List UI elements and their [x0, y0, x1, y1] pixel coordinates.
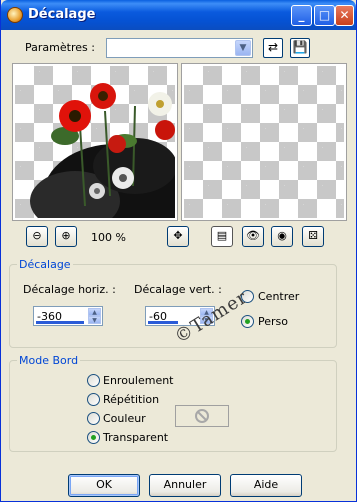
reset-arrow-icon: ⇄ [267, 40, 279, 54]
source-preview[interactable] [12, 63, 178, 221]
offset-group-title: Décalage [17, 258, 73, 271]
close-button[interactable]: ✕ [335, 5, 354, 26]
horiz-down-arrow-icon[interactable]: ▼ [88, 316, 101, 324]
no-entry-icon [195, 409, 209, 423]
presets-dropdown[interactable]: ▼ [106, 38, 253, 58]
edge-mode-group-title: Mode Bord [17, 354, 81, 367]
dice-icon: ⚄ [308, 229, 318, 242]
color-label: Couleur [103, 412, 146, 425]
eye-icon: ◉ [277, 229, 287, 242]
wrap-label: Enroulement [103, 374, 174, 387]
zoom-in-button[interactable]: ⊕ [55, 226, 77, 247]
transparent-label: Transparent [103, 431, 169, 444]
title-bar[interactable]: Décalage _ □ ✕ [1, 0, 356, 30]
flower-image [30, 83, 175, 218]
result-preview[interactable] [181, 63, 347, 221]
proof-toggle-button[interactable]: ▤ [211, 226, 233, 247]
center-label: Centrer [258, 290, 300, 303]
custom-label: Perso [258, 315, 288, 328]
presets-label: Paramètres : [25, 41, 95, 54]
offset-dialog: Décalage _ □ ✕ Paramètres : ▼ ⇄ 💾 ⊖ ⊕ 10… [0, 0, 357, 502]
auto-proof-button[interactable]: 👁 [242, 226, 264, 247]
zoom-in-icon: ⊕ [61, 229, 71, 242]
save-preset-button[interactable]: 💾 [290, 38, 310, 58]
help-button[interactable]: Aide [230, 474, 302, 497]
zoom-out-button[interactable]: ⊖ [26, 226, 48, 247]
document-icon: ▤ [216, 229, 228, 242]
eye-lock-icon: 👁 [246, 229, 260, 242]
radio-custom[interactable] [241, 315, 254, 328]
zoom-level: 100 % [91, 231, 126, 244]
cancel-button[interactable]: Annuler [149, 474, 221, 497]
repeat-label: Répétition [103, 393, 160, 406]
window-title: Décalage [28, 7, 96, 22]
reset-button[interactable]: ⇄ [263, 38, 283, 58]
horiz-up-arrow-icon[interactable]: ▲ [88, 308, 101, 316]
horiz-offset-slider[interactable] [36, 321, 84, 324]
floppy-disk-icon: 💾 [292, 40, 308, 54]
horiz-offset-label: Décalage horiz. : [23, 283, 116, 296]
vert-offset-label: Décalage vert. : [134, 283, 222, 296]
preview-button[interactable]: ◉ [271, 226, 293, 247]
radio-transparent[interactable] [87, 431, 100, 444]
ok-button[interactable]: OK [68, 474, 140, 497]
zoom-out-icon: ⊖ [32, 229, 42, 242]
maximize-button[interactable]: □ [314, 5, 335, 26]
minimize-button[interactable]: _ [291, 5, 312, 26]
chevron-down-icon[interactable]: ▼ [235, 40, 251, 56]
randomize-button[interactable]: ⚄ [302, 226, 324, 247]
move-icon: ✥ [173, 229, 183, 242]
edge-color-swatch[interactable] [175, 405, 229, 427]
app-icon [7, 7, 23, 23]
pan-button[interactable]: ✥ [167, 226, 189, 247]
radio-repeat[interactable] [87, 393, 100, 406]
radio-wrap[interactable] [87, 374, 100, 387]
horiz-offset-input[interactable]: -360 ▲ ▼ [33, 306, 103, 326]
vert-offset-slider[interactable] [148, 321, 178, 324]
radio-color[interactable] [87, 412, 100, 425]
